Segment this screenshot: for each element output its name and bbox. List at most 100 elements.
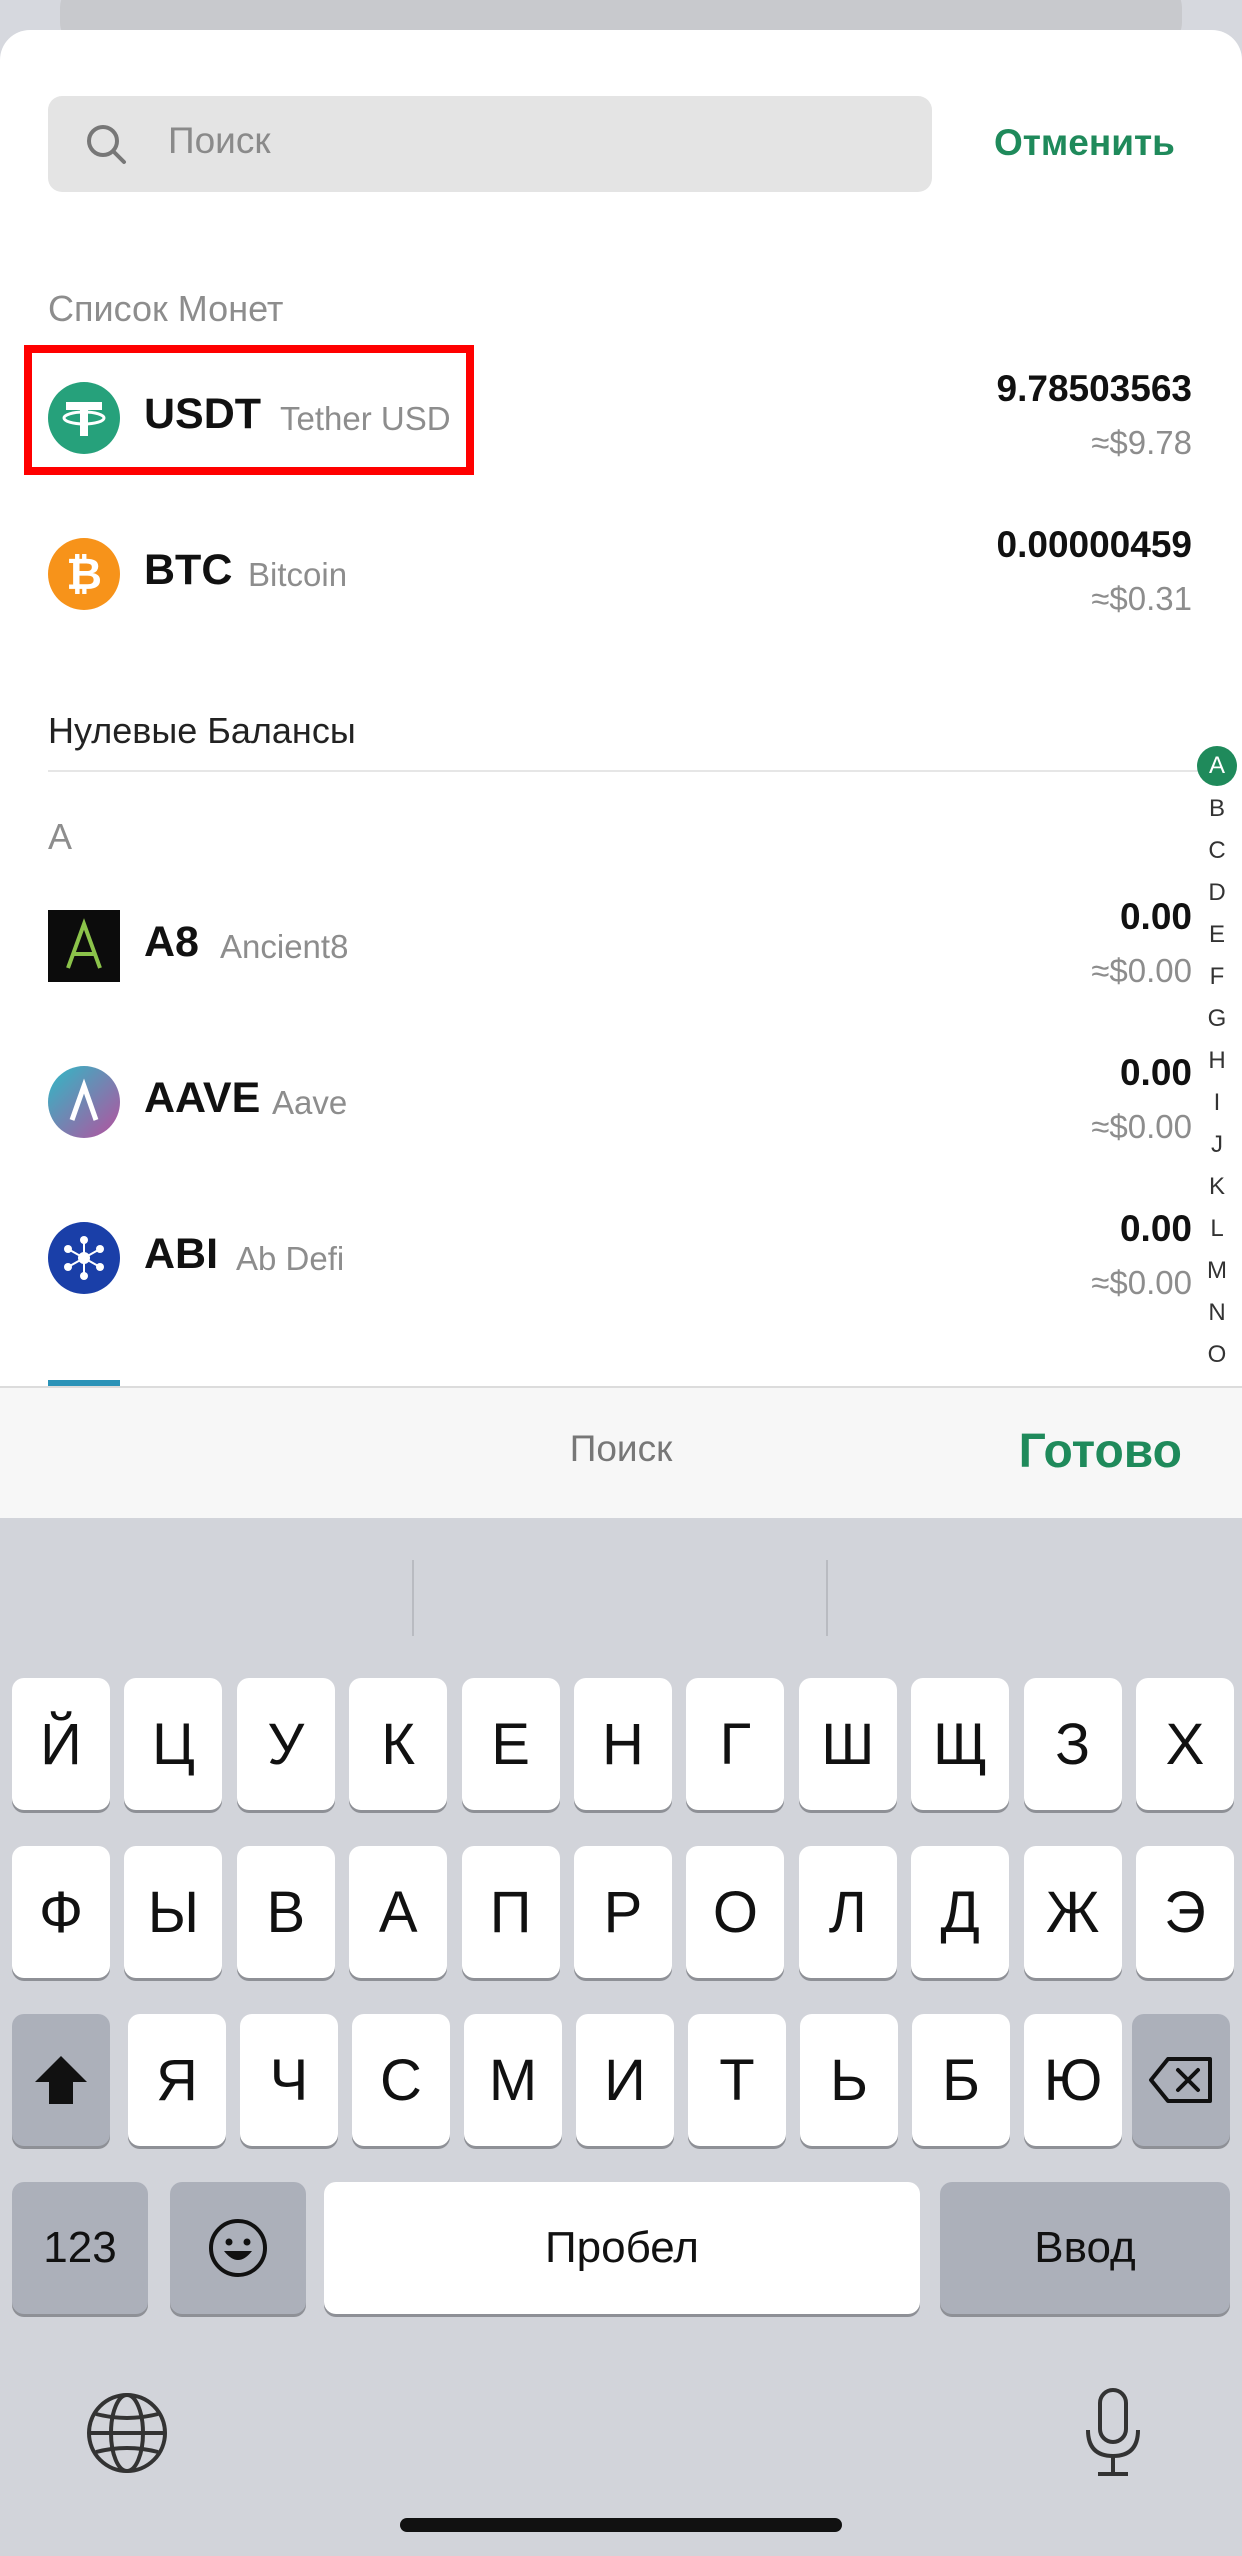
index-letter[interactable]: N <box>1194 1292 1240 1334</box>
coin-row-a8[interactable]: A8 Ancient8 0.00 ≈$0.00 <box>0 888 1242 1008</box>
shift-key[interactable] <box>12 2014 110 2146</box>
microphone-icon[interactable] <box>1080 2386 1146 2482</box>
letter-key[interactable]: Ш <box>798 1678 897 1810</box>
index-letter[interactable]: M <box>1194 1250 1240 1292</box>
search-placeholder: Поиск <box>168 120 271 161</box>
letter-key[interactable]: Ж <box>1023 1846 1122 1978</box>
coin-name: Aave <box>272 1084 348 1121</box>
letter-key[interactable]: Ю <box>1024 2014 1122 2146</box>
coin-fiat-value: ≈$9.78 <box>1091 424 1192 461</box>
coin-symbol: BTC <box>144 546 233 594</box>
keyboard: 123 Пробел Ввод ЙЦУКЕНГШЩЗХ ФЫВАПР О Л Д … <box>0 1518 1242 2556</box>
index-letter[interactable]: I <box>1194 1082 1240 1124</box>
selection-highlight <box>24 345 474 475</box>
coin-amount: 0.00000459 <box>996 524 1192 565</box>
letter-key[interactable]: Е <box>461 1678 560 1810</box>
coin-symbol: A8 <box>144 918 199 966</box>
coin-symbol: AAVE <box>144 1074 261 1122</box>
letter-key[interactable]: Р <box>574 1846 672 1978</box>
aave-icon <box>48 1066 120 1138</box>
letter-key[interactable]: З <box>1023 1678 1122 1810</box>
suggestion-divider <box>826 1560 828 1636</box>
letter-key[interactable]: П <box>461 1846 560 1978</box>
divider <box>48 770 1202 772</box>
letter-key[interactable]: Ц <box>124 1678 223 1810</box>
letter-key[interactable]: Щ <box>911 1678 1010 1810</box>
letter-key[interactable]: И <box>576 2014 674 2146</box>
done-button[interactable]: Готово <box>1019 1424 1182 1479</box>
index-letter[interactable]: E <box>1194 914 1240 956</box>
coin-select-sheet: Поиск Отменить Список Монет USDT Tether … <box>0 30 1242 1386</box>
backspace-key[interactable] <box>1132 2014 1230 2146</box>
abdefi-icon <box>48 1222 120 1294</box>
coin-fiat-value: ≈$0.31 <box>1091 580 1192 617</box>
coin-fiat-value: ≈$0.00 <box>1091 952 1192 989</box>
letter-key[interactable]: О <box>686 1846 785 1978</box>
letter-key[interactable]: У <box>236 1678 335 1810</box>
index-letter[interactable]: O <box>1194 1334 1240 1376</box>
globe-icon[interactable] <box>84 2390 170 2476</box>
letter-key[interactable]: Э <box>1136 1846 1234 1978</box>
letter-key[interactable]: Г <box>686 1678 785 1810</box>
index-letter[interactable]: B <box>1194 788 1240 830</box>
letter-key[interactable]: К <box>349 1678 448 1810</box>
backspace-icon <box>1149 2057 1212 2103</box>
coin-fiat-value: ≈$0.00 <box>1091 1108 1192 1145</box>
cancel-button[interactable]: Отменить <box>994 122 1175 164</box>
index-letter[interactable]: D <box>1194 872 1240 914</box>
letter-key[interactable]: Х <box>1136 1678 1234 1810</box>
letter-key[interactable]: Й <box>12 1678 110 1810</box>
letter-key[interactable]: Б <box>912 2014 1010 2146</box>
index-letter[interactable]: J <box>1194 1124 1240 1166</box>
coin-fiat-value: ≈$0.00 <box>1091 1264 1192 1301</box>
letter-key[interactable]: Ч <box>240 2014 338 2146</box>
letter-key[interactable]: Ы <box>124 1846 223 1978</box>
letter-key[interactable]: Я <box>128 2014 226 2146</box>
zero-balances-heading: Нулевые Балансы <box>48 710 356 751</box>
letter-key[interactable]: Т <box>688 2014 786 2146</box>
suggestion-divider <box>412 1560 414 1636</box>
coin-name: Ab Defi <box>236 1240 345 1277</box>
letter-key[interactable]: Н <box>574 1678 672 1810</box>
index-letter[interactable]: F <box>1194 956 1240 998</box>
letter-key[interactable]: Ф <box>12 1846 110 1978</box>
coin-row-abi[interactable]: ABI Ab Defi 0.00 ≈$0.00 <box>0 1200 1242 1320</box>
space-key[interactable]: Пробел <box>324 2182 920 2314</box>
search-input[interactable]: Поиск <box>48 96 932 192</box>
letter-key[interactable]: Д <box>911 1846 1010 1978</box>
index-letter[interactable]: K <box>1194 1166 1240 1208</box>
alphabet-index[interactable]: ABCDEFGHIJKLMNO <box>1194 746 1240 1376</box>
coin-list-heading: Список Монет <box>48 288 284 329</box>
index-letter[interactable]: A <box>1197 746 1237 786</box>
coin-symbol: ABI <box>144 1230 219 1278</box>
bitcoin-icon: ₿ <box>48 538 120 610</box>
emoji-key[interactable] <box>170 2182 306 2314</box>
index-letter[interactable]: L <box>1194 1208 1240 1250</box>
search-icon <box>87 125 126 164</box>
coin-amount: 9.78503563 <box>996 368 1192 409</box>
letter-key[interactable]: В <box>236 1846 335 1978</box>
letter-key[interactable]: С <box>352 2014 450 2146</box>
letter-key[interactable]: Л <box>798 1846 897 1978</box>
numbers-key[interactable]: 123 <box>12 2182 148 2314</box>
coin-amount: 0.00 <box>1119 1208 1192 1249</box>
emoji-icon <box>209 2219 267 2277</box>
coin-name: Ancient8 <box>220 928 349 965</box>
coin-amount: 0.00 <box>1119 896 1192 937</box>
index-letter[interactable]: H <box>1194 1040 1240 1082</box>
keyboard-accessory-bar: Поиск Готово <box>0 1386 1242 1518</box>
letter-key[interactable]: А <box>349 1846 448 1978</box>
letter-key[interactable]: Ь <box>800 2014 898 2146</box>
return-key[interactable]: Ввод <box>940 2182 1230 2314</box>
letter-heading-a: A <box>48 816 73 857</box>
coin-amount: 0.00 <box>1119 1052 1192 1093</box>
index-letter[interactable]: G <box>1194 998 1240 1040</box>
coin-name: Bitcoin <box>248 556 348 593</box>
home-indicator <box>400 2518 842 2532</box>
letter-key[interactable]: М <box>464 2014 562 2146</box>
coin-row-aave[interactable]: AAVE Aave 0.00 ≈$0.00 <box>0 1044 1242 1164</box>
index-letter[interactable]: C <box>1194 830 1240 872</box>
shift-icon <box>35 2056 87 2104</box>
ancient8-icon <box>48 910 120 982</box>
coin-row-btc[interactable]: ₿ BTC Bitcoin 0.00000459 ≈$0.31 <box>0 516 1242 636</box>
